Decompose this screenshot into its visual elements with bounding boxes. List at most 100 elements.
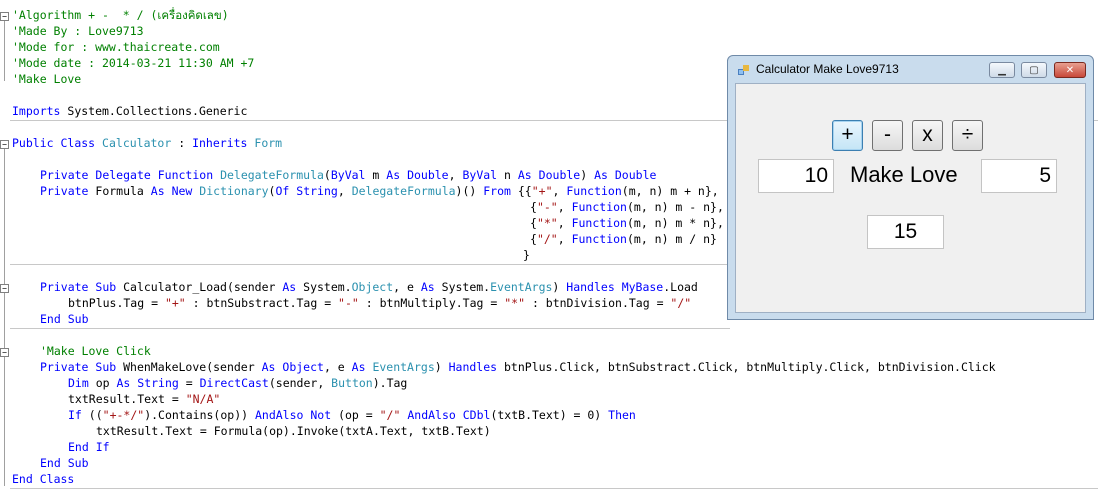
minimize-button[interactable]: ▁	[989, 62, 1015, 78]
keyword: Class	[60, 136, 96, 150]
code-text: {{	[510, 184, 532, 198]
string-literal: "+"	[164, 296, 186, 310]
code-line: Public Class Calculator : Inherits Form	[12, 135, 282, 151]
string-literal: "N/A"	[185, 392, 221, 406]
code-text: ,	[337, 184, 352, 198]
code-text: {	[530, 232, 537, 246]
code-line: 'Algorithm + - * / (เครื่องคิดเลข)	[12, 7, 229, 23]
txtA-input[interactable]: 10	[758, 159, 834, 193]
collapse-toggle-click[interactable]: −	[0, 348, 9, 357]
keyword: Object	[282, 360, 324, 374]
code-line: Private Formula As New Dictionary(Of Str…	[40, 183, 719, 199]
code-text: ,	[448, 168, 463, 182]
code-text: (sender,	[268, 376, 332, 390]
keyword: If	[95, 440, 110, 454]
code-line: txtResult.Text = Formula(op).Invoke(txtA…	[96, 423, 491, 439]
code-text: =	[178, 376, 200, 390]
minimize-icon: ▁	[998, 64, 1006, 76]
keyword: String	[296, 184, 338, 198]
code-line: {"-", Function(m, n) m - n},	[530, 199, 724, 215]
collapse-toggle-header[interactable]: −	[0, 12, 9, 21]
code-text: ((	[81, 408, 103, 422]
code-text: (m, n) m + n},	[621, 184, 719, 198]
collapse-toggle-class[interactable]: −	[0, 140, 9, 149]
code-text: .Load	[663, 280, 698, 294]
maximize-icon: ▢	[1029, 64, 1039, 76]
code-text: :	[171, 136, 193, 150]
app-icon	[738, 65, 749, 75]
code-text: )	[552, 280, 567, 294]
code-text: Formula	[88, 184, 151, 198]
keyword: End	[40, 312, 61, 326]
keyword: As	[150, 184, 165, 198]
keyword: End	[12, 472, 33, 486]
make-love-label: Make Love	[850, 162, 958, 187]
code-line: 'Make Love	[12, 71, 81, 87]
keyword: As	[282, 280, 297, 294]
type-name: DelegateFormula	[220, 168, 324, 182]
keyword: Dim	[68, 376, 89, 390]
code-text: (	[323, 168, 331, 182]
keyword: Inherits	[192, 136, 248, 150]
code-text: System.Collections.Generic	[60, 104, 248, 118]
code-line: 'Mode for : www.thaicreate.com	[12, 39, 220, 55]
string-literal: "/"	[379, 408, 401, 422]
string-literal: "/"	[536, 232, 558, 246]
code-line: End Sub	[40, 455, 89, 471]
code-text: {	[530, 200, 537, 214]
keyword: Sub	[67, 312, 89, 326]
txtB-input[interactable]: 5	[981, 159, 1057, 193]
code-line: Imports System.Collections.Generic	[12, 103, 247, 119]
code-line: Dim op As String = DirectCast(sender, Bu…	[68, 375, 407, 391]
keyword: As	[594, 168, 608, 182]
close-button[interactable]: ✕	[1054, 62, 1086, 78]
code-text: System.	[296, 280, 352, 294]
divide-button[interactable]: ÷	[952, 120, 983, 151]
string-literal: "-"	[536, 200, 558, 214]
code-text: , e	[323, 360, 352, 374]
code-line: }	[523, 247, 530, 263]
keyword: AndAlso	[407, 408, 456, 422]
keyword: Double	[538, 168, 581, 182]
result-textbox[interactable]: 15	[867, 215, 944, 249]
minus-button[interactable]: -	[872, 120, 903, 151]
keyword: Function	[157, 168, 214, 182]
keyword: If	[68, 408, 82, 422]
keyword: Function	[566, 184, 622, 198]
comment: 'Made By : Love9713	[12, 24, 144, 38]
keyword: New	[171, 184, 193, 198]
keyword: As	[386, 168, 401, 182]
keyword: ByVal	[462, 168, 498, 182]
keyword: Private	[40, 360, 89, 374]
keyword: Function	[571, 200, 627, 214]
outline-bar	[4, 21, 5, 81]
keyword: Private	[40, 168, 89, 182]
calculator-window[interactable]: Calculator Make Love9713 ▁ ▢ ✕ + - x ÷ 1…	[727, 55, 1094, 320]
code-text: txtResult.Text =	[68, 392, 186, 406]
code-line: 'Make Love Click	[40, 343, 151, 359]
keyword: Delegate	[95, 168, 151, 182]
code-text: m	[365, 168, 387, 182]
keyword: Double	[614, 168, 657, 182]
keyword: Handles	[566, 280, 615, 294]
multiply-button[interactable]: x	[912, 120, 943, 151]
collapse-toggle-load[interactable]: −	[0, 284, 9, 293]
comment: 'Algorithm + - * / (เครื่องคิดเลข)	[12, 8, 229, 22]
code-text: ,	[552, 184, 567, 198]
string-literal: "/"	[670, 296, 692, 310]
maximize-button[interactable]: ▢	[1021, 62, 1047, 78]
type-name: Form	[254, 136, 283, 150]
code-line: {"*", Function(m, n) m * n},	[530, 215, 724, 231]
keyword: Sub	[67, 456, 89, 470]
plus-button[interactable]: +	[832, 120, 863, 151]
keyword: As	[351, 360, 366, 374]
string-literal: "*"	[504, 296, 526, 310]
window-titlebar[interactable]: Calculator Make Love9713 ▁ ▢ ✕	[728, 56, 1093, 83]
outline-bar	[4, 149, 5, 486]
code-line: End Class	[12, 471, 74, 487]
separator-line	[10, 264, 730, 265]
code-text: txtResult.Text = Formula(op).Invoke(txtA…	[96, 424, 491, 438]
keyword: End	[40, 456, 61, 470]
keyword: AndAlso	[254, 408, 304, 422]
code-text: : btnMultiply.Tag =	[358, 296, 505, 310]
